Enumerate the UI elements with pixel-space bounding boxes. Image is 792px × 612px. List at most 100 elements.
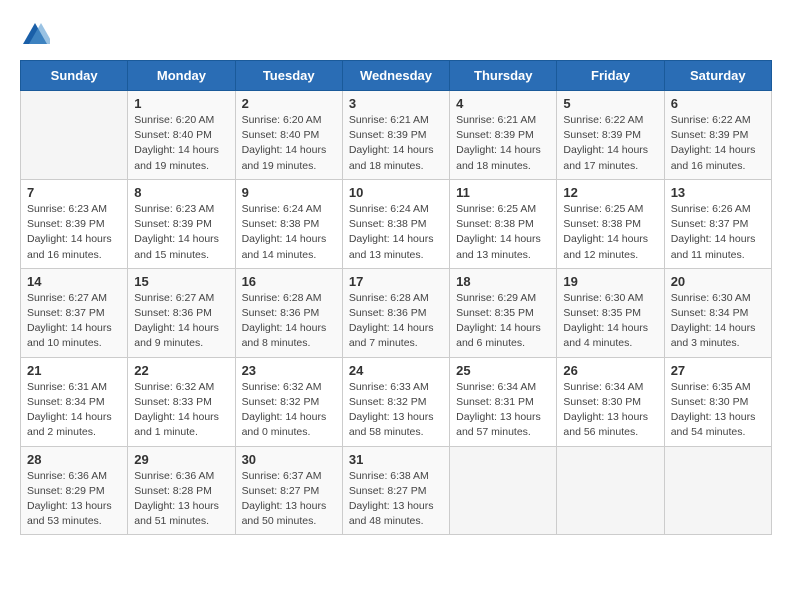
day-number: 22 [134, 363, 228, 378]
day-number: 5 [563, 96, 657, 111]
day-header-friday: Friday [557, 61, 664, 91]
week-row-2: 7 Sunrise: 6:23 AM Sunset: 8:39 PM Daylig… [21, 179, 772, 268]
cell-text: Sunrise: 6:29 AM Sunset: 8:35 PM Dayligh… [456, 291, 550, 352]
day-number: 3 [349, 96, 443, 111]
calendar-cell: 7 Sunrise: 6:23 AM Sunset: 8:39 PM Daylig… [21, 179, 128, 268]
calendar-table: SundayMondayTuesdayWednesdayThursdayFrid… [20, 60, 772, 535]
calendar-cell: 8 Sunrise: 6:23 AM Sunset: 8:39 PM Daylig… [128, 179, 235, 268]
calendar-cell: 23 Sunrise: 6:32 AM Sunset: 8:32 PM Dayli… [235, 357, 342, 446]
day-number: 25 [456, 363, 550, 378]
week-row-1: 1 Sunrise: 6:20 AM Sunset: 8:40 PM Daylig… [21, 91, 772, 180]
cell-text: Sunrise: 6:28 AM Sunset: 8:36 PM Dayligh… [242, 291, 336, 352]
cell-text: Sunrise: 6:36 AM Sunset: 8:28 PM Dayligh… [134, 469, 228, 530]
day-number: 19 [563, 274, 657, 289]
cell-text: Sunrise: 6:23 AM Sunset: 8:39 PM Dayligh… [134, 202, 228, 263]
day-header-thursday: Thursday [450, 61, 557, 91]
logo [20, 20, 56, 50]
calendar-cell: 1 Sunrise: 6:20 AM Sunset: 8:40 PM Daylig… [128, 91, 235, 180]
calendar-cell: 12Sunrise: 6:25 AM Sunset: 8:38 PM Dayli… [557, 179, 664, 268]
day-number: 10 [349, 185, 443, 200]
calendar-cell: 27 Sunrise: 6:35 AM Sunset: 8:30 PM Dayli… [664, 357, 771, 446]
cell-text: Sunrise: 6:33 AM Sunset: 8:32 PM Dayligh… [349, 380, 443, 441]
cell-text: Sunrise: 6:21 AM Sunset: 8:39 PM Dayligh… [349, 113, 443, 174]
cell-text: Sunrise: 6:28 AM Sunset: 8:36 PM Dayligh… [349, 291, 443, 352]
calendar-cell: 22 Sunrise: 6:32 AM Sunset: 8:33 PM Dayli… [128, 357, 235, 446]
calendar-cell: 16 Sunrise: 6:28 AM Sunset: 8:36 PM Dayli… [235, 268, 342, 357]
calendar-cell: 5Sunrise: 6:22 AM Sunset: 8:39 PM Daylig… [557, 91, 664, 180]
calendar-cell: 14 Sunrise: 6:27 AM Sunset: 8:37 PM Dayli… [21, 268, 128, 357]
cell-text: Sunrise: 6:35 AM Sunset: 8:30 PM Dayligh… [671, 380, 765, 441]
calendar-header: SundayMondayTuesdayWednesdayThursdayFrid… [21, 61, 772, 91]
day-number: 4 [456, 96, 550, 111]
cell-text: Sunrise: 6:25 AM Sunset: 8:38 PM Dayligh… [563, 202, 657, 263]
day-number: 30 [242, 452, 336, 467]
day-number: 15 [134, 274, 228, 289]
calendar-cell: 6 Sunrise: 6:22 AM Sunset: 8:39 PM Daylig… [664, 91, 771, 180]
cell-text: Sunrise: 6:20 AM Sunset: 8:40 PM Dayligh… [134, 113, 228, 174]
day-number: 13 [671, 185, 765, 200]
cell-text: Sunrise: 6:24 AM Sunset: 8:38 PM Dayligh… [242, 202, 336, 263]
calendar-cell: 26 Sunrise: 6:34 AM Sunset: 8:30 PM Dayli… [557, 357, 664, 446]
header-row: SundayMondayTuesdayWednesdayThursdayFrid… [21, 61, 772, 91]
calendar-cell: 19 Sunrise: 6:30 AM Sunset: 8:35 PM Dayli… [557, 268, 664, 357]
calendar-cell [450, 446, 557, 535]
calendar-cell: 4 Sunrise: 6:21 AM Sunset: 8:39 PM Daylig… [450, 91, 557, 180]
day-number: 8 [134, 185, 228, 200]
calendar-body: 1 Sunrise: 6:20 AM Sunset: 8:40 PM Daylig… [21, 91, 772, 535]
calendar-cell: 18 Sunrise: 6:29 AM Sunset: 8:35 PM Dayli… [450, 268, 557, 357]
cell-text: Sunrise: 6:27 AM Sunset: 8:36 PM Dayligh… [134, 291, 228, 352]
cell-text: Sunrise: 6:30 AM Sunset: 8:35 PM Dayligh… [563, 291, 657, 352]
calendar-cell: 28 Sunrise: 6:36 AM Sunset: 8:29 PM Dayli… [21, 446, 128, 535]
cell-text: Sunrise: 6:21 AM Sunset: 8:39 PM Dayligh… [456, 113, 550, 174]
day-number: 29 [134, 452, 228, 467]
day-number: 23 [242, 363, 336, 378]
cell-text: Sunrise: 6:32 AM Sunset: 8:32 PM Dayligh… [242, 380, 336, 441]
cell-text: Sunrise: 6:22 AM Sunset: 8:39 PM Dayligh… [671, 113, 765, 174]
day-number: 7 [27, 185, 121, 200]
week-row-5: 28 Sunrise: 6:36 AM Sunset: 8:29 PM Dayli… [21, 446, 772, 535]
day-number: 26 [563, 363, 657, 378]
cell-text: Sunrise: 6:20 AM Sunset: 8:40 PM Dayligh… [242, 113, 336, 174]
cell-text: Sunrise: 6:27 AM Sunset: 8:37 PM Dayligh… [27, 291, 121, 352]
calendar-cell: 13Sunrise: 6:26 AM Sunset: 8:37 PM Dayli… [664, 179, 771, 268]
calendar-cell [664, 446, 771, 535]
day-number: 31 [349, 452, 443, 467]
day-number: 28 [27, 452, 121, 467]
day-header-tuesday: Tuesday [235, 61, 342, 91]
day-number: 14 [27, 274, 121, 289]
day-number: 2 [242, 96, 336, 111]
calendar-cell: 10Sunrise: 6:24 AM Sunset: 8:38 PM Dayli… [342, 179, 449, 268]
day-number: 20 [671, 274, 765, 289]
day-number: 21 [27, 363, 121, 378]
calendar-cell: 25Sunrise: 6:34 AM Sunset: 8:31 PM Dayli… [450, 357, 557, 446]
day-number: 17 [349, 274, 443, 289]
calendar-cell: 30 Sunrise: 6:37 AM Sunset: 8:27 PM Dayli… [235, 446, 342, 535]
day-number: 6 [671, 96, 765, 111]
calendar-cell [557, 446, 664, 535]
cell-text: Sunrise: 6:31 AM Sunset: 8:34 PM Dayligh… [27, 380, 121, 441]
cell-text: Sunrise: 6:34 AM Sunset: 8:30 PM Dayligh… [563, 380, 657, 441]
cell-text: Sunrise: 6:32 AM Sunset: 8:33 PM Dayligh… [134, 380, 228, 441]
calendar-cell: 17 Sunrise: 6:28 AM Sunset: 8:36 PM Dayli… [342, 268, 449, 357]
week-row-4: 21 Sunrise: 6:31 AM Sunset: 8:34 PM Dayli… [21, 357, 772, 446]
cell-text: Sunrise: 6:36 AM Sunset: 8:29 PM Dayligh… [27, 469, 121, 530]
calendar-cell: 9 Sunrise: 6:24 AM Sunset: 8:38 PM Daylig… [235, 179, 342, 268]
day-number: 9 [242, 185, 336, 200]
cell-text: Sunrise: 6:37 AM Sunset: 8:27 PM Dayligh… [242, 469, 336, 530]
calendar-cell: 31 Sunrise: 6:38 AM Sunset: 8:27 PM Dayli… [342, 446, 449, 535]
cell-text: Sunrise: 6:30 AM Sunset: 8:34 PM Dayligh… [671, 291, 765, 352]
calendar-cell: 29 Sunrise: 6:36 AM Sunset: 8:28 PM Dayli… [128, 446, 235, 535]
day-number: 24 [349, 363, 443, 378]
day-number: 27 [671, 363, 765, 378]
cell-text: Sunrise: 6:38 AM Sunset: 8:27 PM Dayligh… [349, 469, 443, 530]
week-row-3: 14 Sunrise: 6:27 AM Sunset: 8:37 PM Dayli… [21, 268, 772, 357]
day-number: 18 [456, 274, 550, 289]
calendar-cell: 21 Sunrise: 6:31 AM Sunset: 8:34 PM Dayli… [21, 357, 128, 446]
calendar-cell [21, 91, 128, 180]
cell-text: Sunrise: 6:23 AM Sunset: 8:39 PM Dayligh… [27, 202, 121, 263]
day-header-wednesday: Wednesday [342, 61, 449, 91]
day-number: 16 [242, 274, 336, 289]
day-number: 1 [134, 96, 228, 111]
calendar-cell: 24 Sunrise: 6:33 AM Sunset: 8:32 PM Dayli… [342, 357, 449, 446]
day-header-monday: Monday [128, 61, 235, 91]
